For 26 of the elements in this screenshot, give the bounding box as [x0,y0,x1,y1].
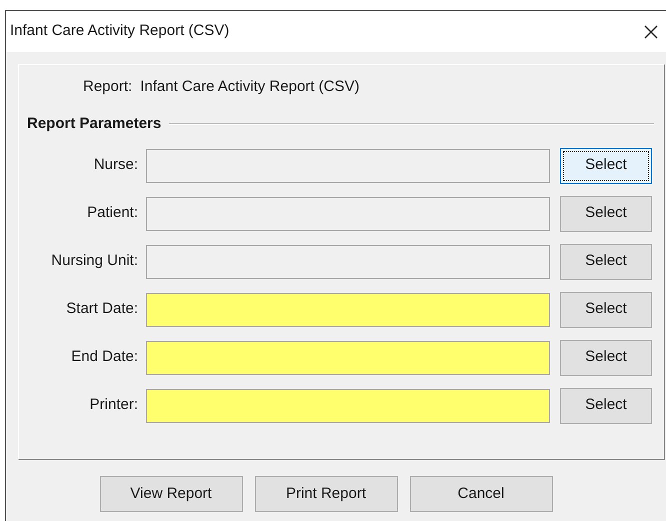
select-button[interactable]: Select [560,388,652,424]
input-field[interactable] [146,388,550,422]
report-label: Report: [83,76,132,97]
select-button[interactable]: Select [560,292,652,328]
field-label: Printer: [88,395,139,416]
report-name: Infant Care Activity Report (CSV) [140,76,360,97]
select-button[interactable]: Select [560,340,652,376]
window-title: Infant Care Activity Report (CSV) [10,21,230,42]
dialog-button[interactable]: View Report [100,476,242,512]
field-label: Patient: [86,203,139,224]
section-title: Report Parameters [27,114,162,134]
field-label: Start Date: [65,299,139,320]
close-icon[interactable] [644,24,658,38]
input-field[interactable] [146,196,550,230]
select-button[interactable]: Select [560,148,652,184]
field-label: End Date: [70,347,139,368]
field-label: Nurse: [92,155,139,176]
field-label: Nursing Unit: [50,251,139,272]
input-field[interactable] [146,292,550,326]
input-field[interactable] [146,340,550,374]
select-button[interactable]: Select [560,196,652,232]
dialog-button[interactable]: Cancel [410,476,552,512]
dialog-button[interactable]: Print Report [254,476,398,512]
input-field[interactable] [146,244,550,278]
input-field[interactable] [146,148,550,182]
select-button[interactable]: Select [560,244,652,280]
